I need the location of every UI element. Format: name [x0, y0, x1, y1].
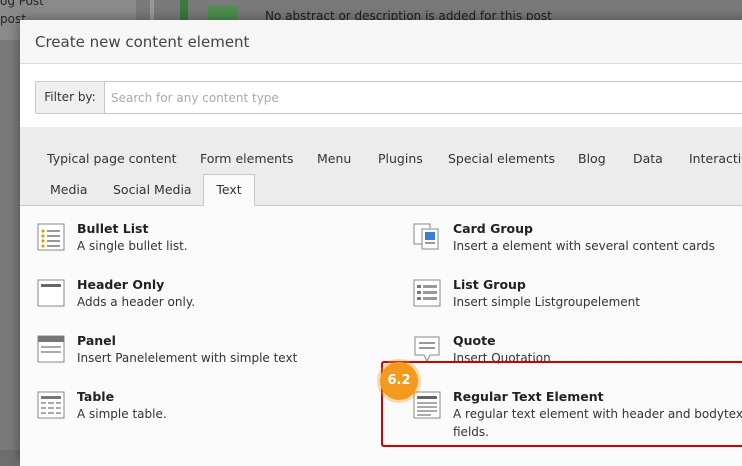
header-only-icon: [37, 279, 65, 307]
item-description: A simple table.: [77, 407, 167, 421]
item-header-only[interactable]: Header Only Adds a header only.: [37, 277, 367, 329]
tab-special-elements[interactable]: Special elements: [448, 151, 555, 166]
item-panel[interactable]: Panel Insert Panelelement with simple te…: [37, 333, 367, 385]
quote-icon: [414, 336, 440, 363]
highlight-box: [381, 361, 742, 447]
bullet-list-icon: [37, 223, 65, 251]
tab-text[interactable]: Text: [203, 174, 255, 206]
filter-label: Filter by:: [36, 82, 105, 113]
list-group-icon: [413, 279, 441, 307]
background-line: og Post: [0, 0, 44, 8]
tab-bar: Typical page content Form elements Menu …: [20, 127, 742, 206]
filter-area: Filter by:: [20, 64, 742, 127]
item-title: Card Group: [453, 221, 533, 236]
item-table[interactable]: Table A simple table.: [37, 389, 367, 441]
item-title: Panel: [77, 333, 116, 348]
item-description: Insert simple Listgroupelement: [453, 295, 640, 309]
table-icon: [37, 391, 65, 419]
tab-interactive[interactable]: Interacti: [689, 151, 741, 166]
tab-menu[interactable]: Menu: [317, 151, 351, 166]
item-title: Quote: [453, 333, 496, 348]
filter-input[interactable]: [105, 82, 742, 113]
item-description: Insert Panelelement with simple text: [77, 351, 298, 365]
modal-title: Create new content element: [35, 33, 250, 51]
item-description: Adds a header only.: [77, 295, 196, 309]
item-card-group[interactable]: Card Group Insert a element with several…: [413, 221, 742, 273]
step-badge: 6.2: [380, 362, 418, 400]
card-group-icon: [413, 223, 439, 250]
modal-header: Create new content element: [20, 20, 742, 64]
item-title: Table: [77, 389, 115, 404]
item-list-group[interactable]: List Group Insert simple Listgroupelemen…: [413, 277, 742, 329]
item-description: A single bullet list.: [77, 239, 188, 253]
tab-blog[interactable]: Blog: [578, 151, 606, 166]
tab-social-media[interactable]: Social Media: [113, 182, 192, 197]
item-title: Header Only: [77, 277, 165, 292]
background-accent: [180, 0, 188, 20]
item-title: Bullet List: [77, 221, 149, 236]
item-title: List Group: [453, 277, 526, 292]
item-description: Insert a element with several content ca…: [453, 239, 715, 253]
filter-group: Filter by:: [35, 81, 742, 114]
tab-typical-page-content[interactable]: Typical page content: [47, 151, 177, 166]
tab-plugins[interactable]: Plugins: [378, 151, 423, 166]
tab-media[interactable]: Media: [50, 182, 88, 197]
tab-data[interactable]: Data: [633, 151, 663, 166]
panel-icon: [37, 335, 65, 363]
tab-form-elements[interactable]: Form elements: [200, 151, 294, 166]
item-bullet-list[interactable]: Bullet List A single bullet list.: [37, 221, 367, 273]
